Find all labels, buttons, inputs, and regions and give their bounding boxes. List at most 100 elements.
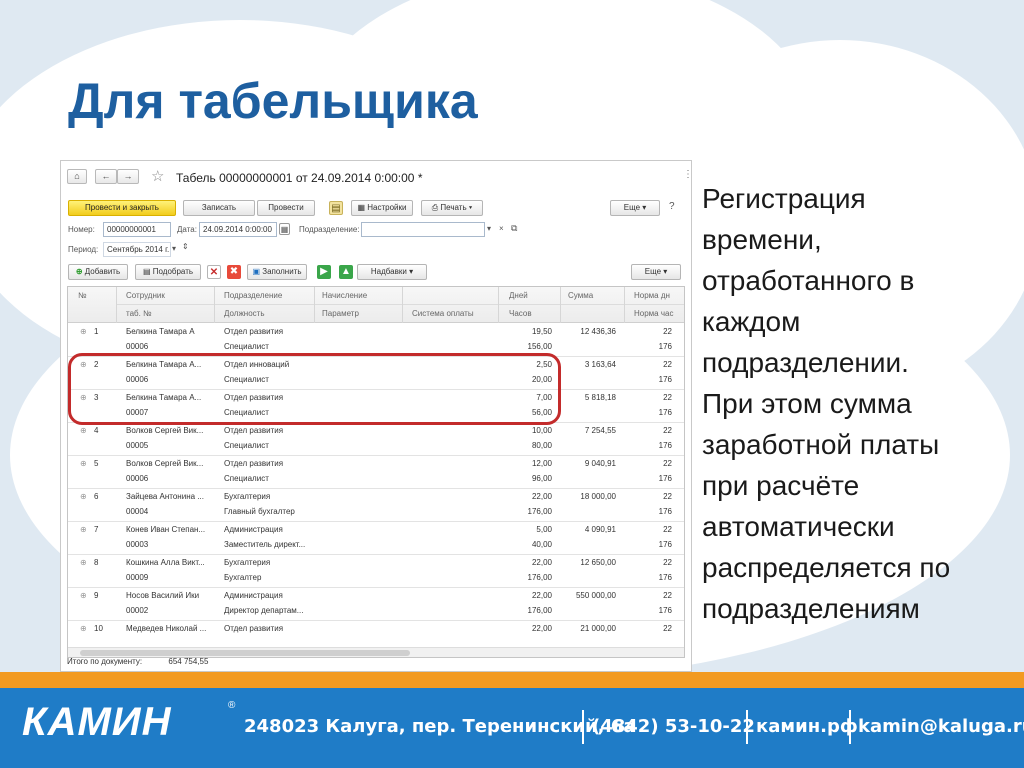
expand-row-icon[interactable]: ⊕ (80, 492, 87, 501)
footer-site: камин.рф (756, 716, 858, 737)
table-row[interactable]: ⊕ 6 Зайцева Антонина ... 00004 Бухгалтерия Гл… (68, 489, 684, 522)
period-spin-icon[interactable]: ⇕ (182, 242, 189, 251)
table-row[interactable]: ⊕ 5 Волков Сергей Вик... 00006 Отдел развити… (68, 456, 684, 489)
save-button[interactable]: Записать (183, 200, 255, 216)
period-dropdown-icon[interactable]: ▾ (172, 244, 176, 253)
column-header[interactable]: Система оплаты (412, 309, 474, 318)
print-label: Печать (440, 203, 467, 212)
column-header[interactable]: Должность (224, 309, 265, 318)
help-icon[interactable]: ? (669, 201, 675, 212)
cell-nd: 22 (663, 393, 672, 402)
horizontal-scrollbar[interactable] (68, 647, 684, 657)
cell-days: 22,00 (531, 558, 552, 567)
cell-tab: 00002 (126, 606, 149, 615)
table-row[interactable]: ⊕ 7 Конев Иван Степан... 00003 Администрация… (68, 522, 684, 555)
expand-row-icon[interactable]: ⊕ (80, 327, 87, 336)
home-icon: ⌂ (74, 171, 80, 181)
calendar-icon[interactable]: ▦ (279, 223, 290, 235)
timesheet-table[interactable]: № Сотрудник Подразделение Начисление Дне… (67, 286, 685, 658)
pick-label: Подобрать (152, 267, 194, 276)
expand-row-icon[interactable]: ⊕ (80, 558, 87, 567)
body-line: при расчёте (702, 470, 860, 501)
more-button[interactable]: Еще ▾ (610, 200, 660, 216)
clear-icon[interactable]: × (499, 224, 504, 233)
period-field[interactable]: Сентябрь 2014 г. (103, 242, 171, 257)
highlight-annotation (68, 353, 561, 425)
cell-emp: Волков Сергей Вик... (126, 426, 204, 435)
column-header[interactable]: Норма дн (634, 291, 670, 300)
scrollbar-thumb[interactable] (80, 650, 410, 656)
cell-sum: 12 650,00 (580, 558, 616, 567)
cell-nh: 176 (658, 507, 672, 516)
report-icon[interactable]: ▤ (329, 201, 343, 215)
footer-address: 248023 Калуга, пер. Теренинский, 6а (244, 716, 636, 737)
expand-row-icon[interactable]: ⊕ (80, 459, 87, 468)
cell-pos: Специалист (224, 474, 269, 483)
back-button[interactable]: ← (95, 169, 117, 184)
table-more-button[interactable]: Еще ▾ (631, 264, 681, 280)
expand-row-icon[interactable]: ⊕ (80, 591, 87, 600)
column-header[interactable]: № (78, 291, 87, 300)
column-header[interactable]: Норма час (634, 309, 673, 318)
table-header: № Сотрудник Подразделение Начисление Дне… (68, 287, 684, 323)
cell-div: Администрация (224, 591, 283, 600)
forward-button[interactable]: → (117, 169, 139, 184)
delete-icon[interactable]: ✕ (207, 265, 221, 279)
number-field[interactable]: 00000000001 (103, 222, 171, 237)
footer-separator (849, 710, 851, 744)
column-header[interactable]: Сотрудник (126, 291, 165, 300)
expand-row-icon[interactable]: ⊕ (80, 525, 87, 534)
settings-label: Настройки (367, 203, 407, 212)
table-row[interactable]: ⊕ 8 Кошкина Алла Викт... 00009 Бухгалтерия Бу… (68, 555, 684, 588)
cell-tab: 00009 (126, 573, 149, 582)
column-header[interactable]: Параметр (322, 309, 359, 318)
move-down-icon[interactable]: ▶ (317, 265, 331, 279)
table-row[interactable]: ⊕ 4 Волков Сергей Вик... 00005 Отдел развити… (68, 423, 684, 456)
column-header[interactable]: Подразделение (224, 291, 282, 300)
pick-icon: ▤ (142, 267, 153, 276)
header-divider (314, 287, 315, 323)
add-row-button[interactable]: ⊕ Добавить (68, 264, 128, 280)
bonuses-button[interactable]: Надбавки ▾ (357, 264, 427, 280)
cell-div: Отдел развития (224, 459, 284, 468)
fill-button[interactable]: ▣ Заполнить (247, 264, 307, 280)
date-field[interactable]: 24.09.2014 0:00:00 (199, 222, 277, 237)
column-header[interactable]: Часов (509, 309, 532, 318)
clear-table-icon[interactable]: ✖ (227, 265, 241, 279)
more-menu-icon[interactable]: ⋮ (683, 169, 691, 180)
post-button[interactable]: Провести (257, 200, 315, 216)
cell-nd: 22 (663, 360, 672, 369)
footer-email: kamin@kaluga.ru (858, 716, 1024, 737)
settings-button[interactable]: ▦ Настройки (351, 200, 413, 216)
cell-sum: 4 090,91 (584, 525, 616, 534)
calculate-icon[interactable]: ▲ (339, 265, 353, 279)
division-field[interactable] (361, 222, 485, 237)
open-icon[interactable]: ⧉ (511, 223, 517, 234)
body-line: отработанного в (702, 265, 915, 296)
cell-nd: 22 (663, 525, 672, 534)
table-row[interactable]: ⊕ 9 Носов Василий Ики 00002 Администрация Дир… (68, 588, 684, 621)
add-label: Добавить (84, 267, 121, 276)
expand-row-icon[interactable]: ⊕ (80, 426, 87, 435)
cell-n: 10 (94, 624, 103, 633)
cell-sum: 550 000,00 (575, 591, 616, 600)
cell-n: 5 (94, 459, 99, 468)
column-header[interactable]: таб. № (126, 309, 152, 318)
dropdown-icon[interactable]: ▾ (487, 224, 491, 233)
favorite-star-icon[interactable]: ☆ (151, 167, 164, 185)
cell-n: 9 (94, 591, 99, 600)
column-header[interactable]: Дней (509, 291, 528, 300)
expand-row-icon[interactable]: ⊕ (80, 624, 87, 633)
column-header[interactable]: Начисление (322, 291, 367, 300)
pick-button[interactable]: ▤ Подобрать (135, 264, 201, 280)
print-button[interactable]: ⎙ Печать ▾ (421, 200, 483, 216)
cell-hours: 176,00 (527, 507, 552, 516)
home-button[interactable]: ⌂ (67, 169, 87, 184)
cell-days: 10,00 (531, 426, 552, 435)
column-header[interactable]: Сумма (568, 291, 593, 300)
cell-n: 4 (94, 426, 99, 435)
cell-emp: Белкина Тамара А (126, 327, 195, 336)
cell-emp: Зайцева Антонина ... (126, 492, 204, 501)
post-and-close-button[interactable]: Провести и закрыть (68, 200, 176, 216)
cell-nd: 22 (663, 558, 672, 567)
